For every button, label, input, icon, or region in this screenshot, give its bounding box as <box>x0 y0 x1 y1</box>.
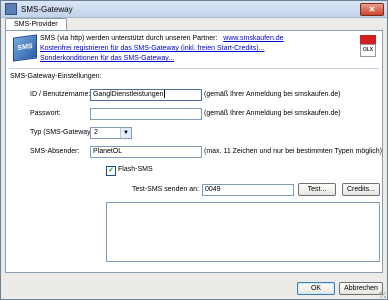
sms-logo-icon: SMS <box>13 34 37 62</box>
intro-text: SMS (via http) werden unterstützt durch … <box>40 35 218 42</box>
ok-button[interactable]: OK <box>297 282 335 295</box>
close-icon: ✕ <box>368 5 376 14</box>
type-select-value: 2 <box>94 129 98 136</box>
resize-grip-icon[interactable] <box>379 291 386 298</box>
tab-strip: SMS-Provider <box>5 18 67 30</box>
password-hint: (gemäß Ihrer Anmeldung bei smskaufen.de) <box>204 110 341 117</box>
brand-logo-top <box>360 35 376 44</box>
sender-input[interactable]: PlanetOL <box>90 146 202 158</box>
dialog-window: SMS-Gateway ✕ SMS-Provider SMS SMS (via … <box>0 0 388 300</box>
sender-hint: (max. 11 Zeichen und nur bei bestimmten … <box>204 148 382 155</box>
flash-label[interactable]: Flash-SMS <box>118 166 153 173</box>
text-caret <box>164 90 166 99</box>
tab-panel-sms-provider: SMS SMS (via http) werden unterstützt du… <box>5 30 383 273</box>
close-button[interactable]: ✕ <box>360 3 384 16</box>
sms-logo-text: SMS <box>17 42 33 53</box>
app-icon <box>5 3 17 15</box>
log-textarea[interactable] <box>106 202 380 262</box>
title-bar[interactable]: SMS-Gateway <box>1 1 387 18</box>
partner-link[interactable]: www.smskaufen.de <box>223 35 283 42</box>
cancel-button[interactable]: Abbrechen <box>339 282 383 295</box>
test-sms-label: Test-SMS senden an: <box>132 186 199 193</box>
sender-label: SMS-Absender: <box>30 148 80 155</box>
type-select[interactable]: 2 ▼ <box>90 127 132 139</box>
credits-button[interactable]: Credits... <box>342 183 380 196</box>
tab-sms-provider[interactable]: SMS-Provider <box>5 18 67 30</box>
divider <box>9 68 379 69</box>
id-input[interactable]: GanglDienstleistungen <box>90 89 202 101</box>
sender-input-value: PlanetOL <box>93 148 123 155</box>
flash-checkbox[interactable]: ✓ <box>106 166 116 176</box>
register-link[interactable]: Kostenfrei registrieren für das SMS-Gate… <box>40 45 264 52</box>
brand-logo-text: OLX <box>360 44 376 57</box>
test-button[interactable]: Test... <box>298 183 336 196</box>
test-number-input[interactable]: 0049 <box>202 184 294 196</box>
id-label: ID / Benutzername: <box>30 91 91 98</box>
test-number-value: 0049 <box>205 186 221 193</box>
terms-link[interactable]: Sonderkonditionen für das SMS-Gateway... <box>40 55 174 62</box>
chevron-down-icon[interactable]: ▼ <box>120 128 131 138</box>
password-input[interactable] <box>90 108 202 120</box>
provider-info: SMS (via http) werden unterstützt durch … <box>40 34 284 64</box>
brand-logo-icon: OLX <box>360 35 376 57</box>
id-hint: (gemäß Ihrer Anmeldung bei smskaufen.de) <box>204 91 341 98</box>
window-title: SMS-Gateway <box>21 4 73 14</box>
id-input-value: GanglDienstleistungen <box>93 91 164 98</box>
check-icon: ✓ <box>108 167 114 174</box>
type-label: Typ (SMS-Gateway): <box>30 129 95 136</box>
section-label: SMS-Gateway-Einstellungen: <box>10 73 102 80</box>
password-label: Passwort: <box>30 110 61 117</box>
